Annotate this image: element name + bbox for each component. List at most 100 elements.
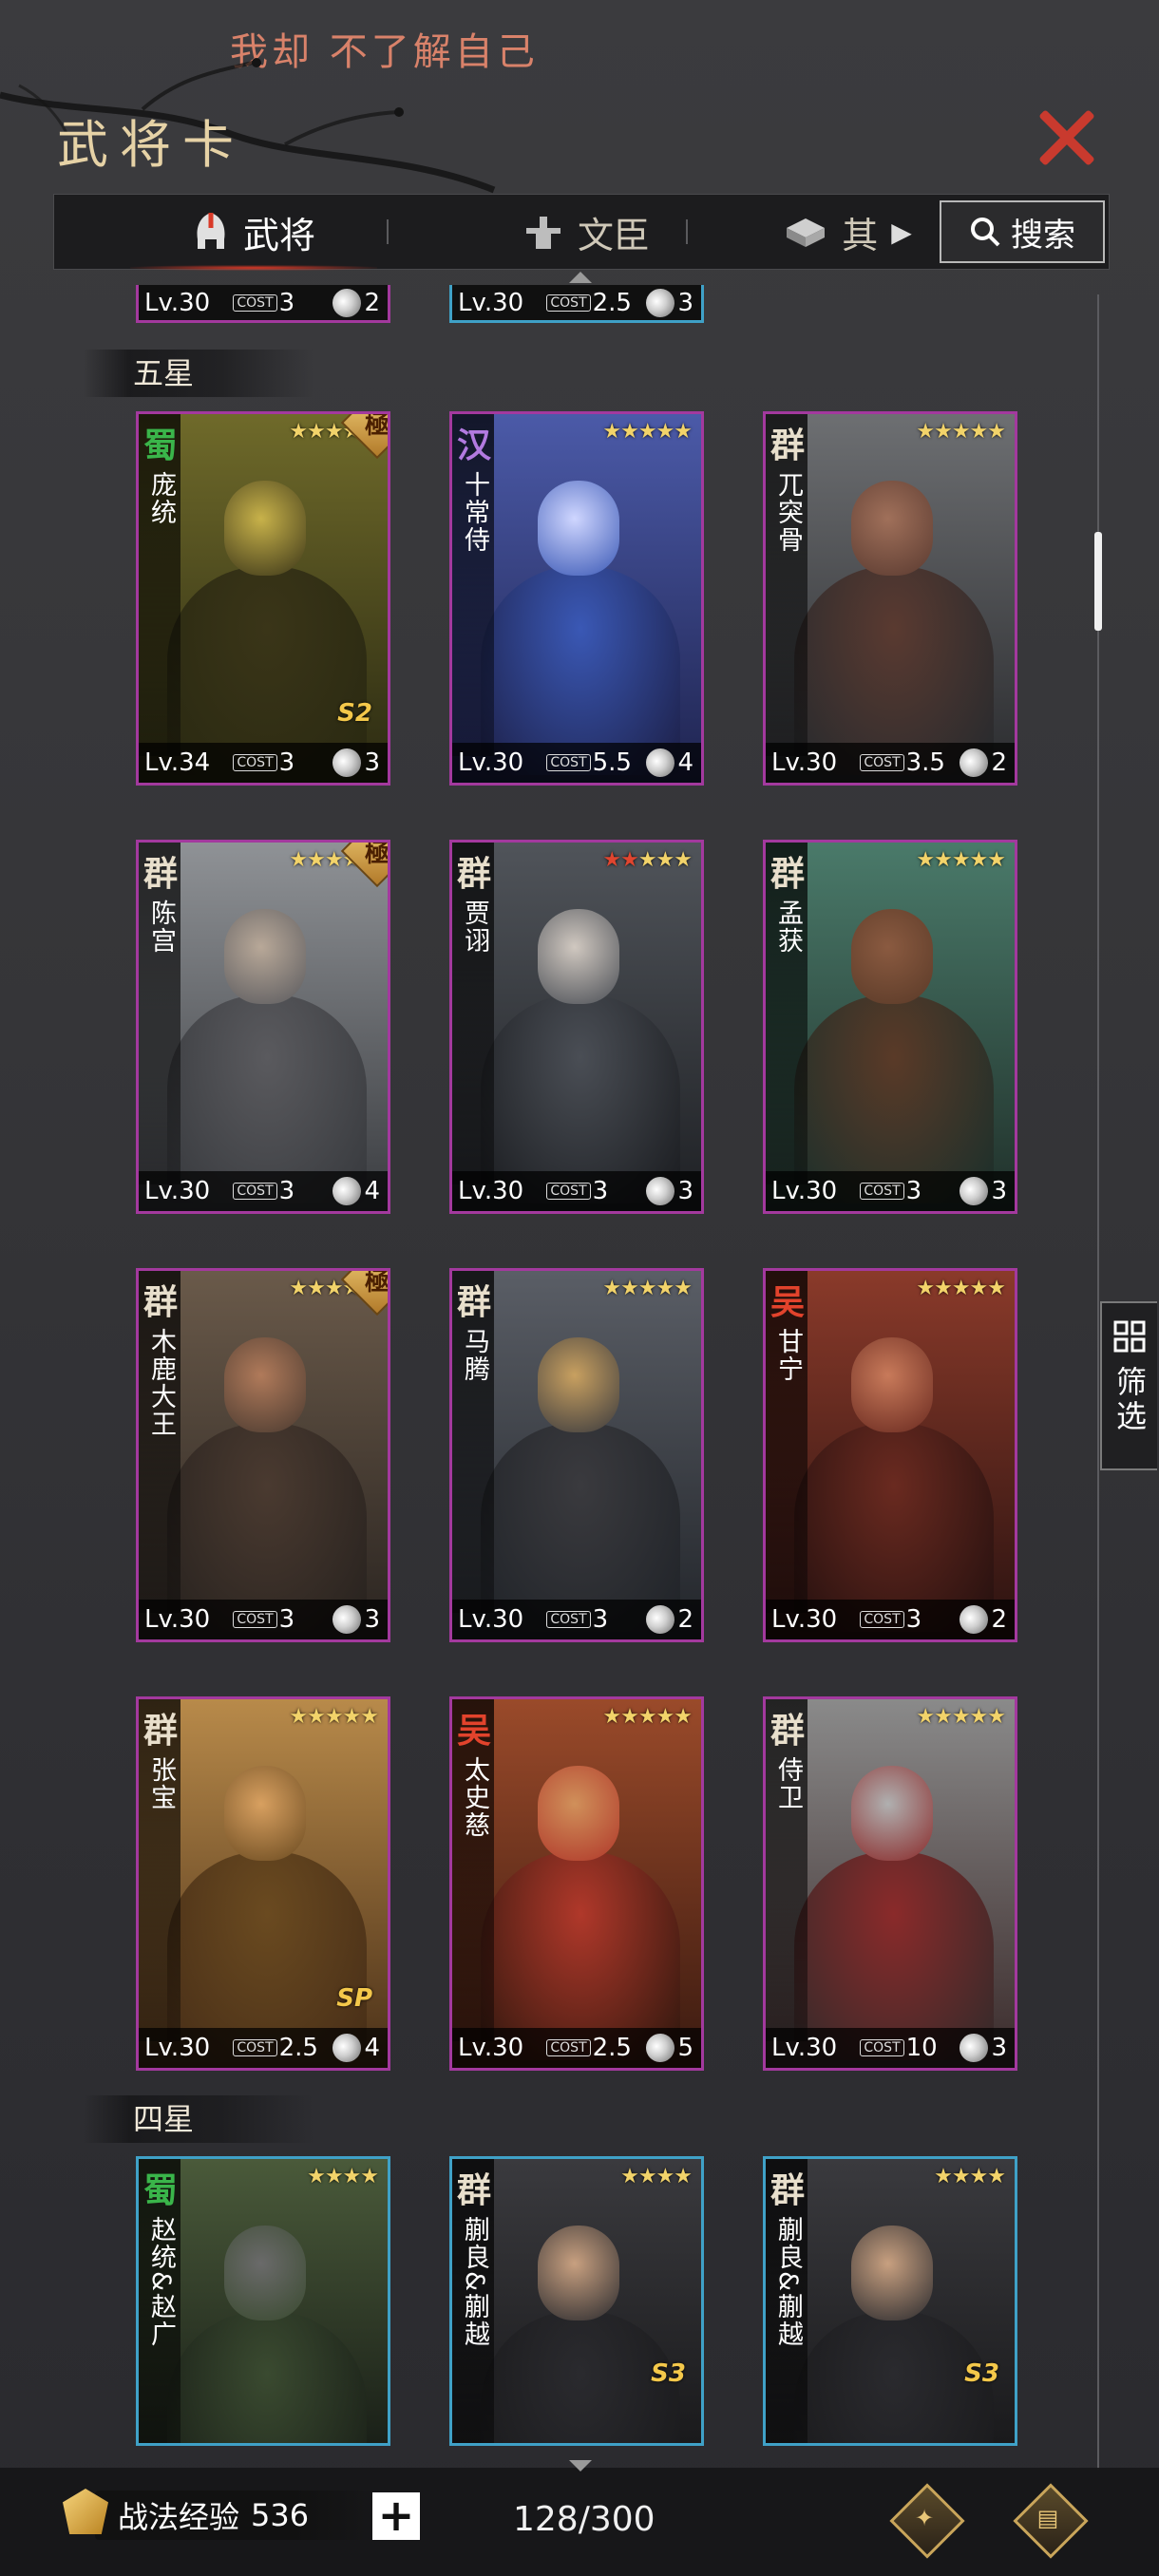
- cost-icon: COST: [233, 294, 277, 312]
- general-level: Lv.30: [771, 2034, 838, 2062]
- general-card[interactable]: 群 木鹿大王 ★★★★★ 極 Lv.30 COST 3 3: [136, 1268, 390, 1642]
- search-label: 搜索: [1011, 216, 1075, 255]
- general-card[interactable]: 汉 十常侍 ★★★★★ Lv.30 COST 5.5 4: [449, 411, 704, 786]
- general-name: 陈宫: [146, 900, 176, 955]
- cost-value: 3: [278, 748, 295, 777]
- scrollbar-thumb[interactable]: [1094, 532, 1102, 631]
- faction-badge: 吴: [456, 1712, 491, 1751]
- troop-type: 3: [329, 744, 380, 782]
- general-name: 兀突骨: [773, 471, 803, 554]
- general-name: 孟获: [773, 900, 803, 955]
- faction-badge: 群: [770, 2171, 805, 2210]
- general-card[interactable]: 群 张宝 ★★★★★ SP Lv.30 COST 2.5 4: [136, 1696, 390, 2071]
- cost-icon: COST: [546, 1183, 591, 1200]
- tab-ministers[interactable]: 文臣: [463, 195, 710, 269]
- card-stats-bar: Lv.30 COST 3 3: [766, 1171, 1015, 1211]
- troop-type-value: 2: [991, 1605, 1007, 1634]
- general-card[interactable]: 蜀 赵统&赵广 ★★★★: [136, 2156, 390, 2446]
- troop-type-value: 3: [677, 1177, 694, 1205]
- tab-label: 文臣: [577, 214, 650, 256]
- general-card[interactable]: 吴 甘宁 ★★★★★ Lv.30 COST 3 2: [763, 1268, 1017, 1642]
- cost-display: COST 3: [233, 289, 332, 317]
- troop-type-value: 5: [677, 2034, 694, 2062]
- season-badge: SP: [336, 1984, 372, 2013]
- star-rating: ★★★★★: [602, 1705, 693, 1729]
- troop-type-value: 2: [677, 1605, 694, 1634]
- general-card[interactable]: 群 蒯良&蒯越 ★★★★ S3: [449, 2156, 704, 2446]
- star-rating: ★★★★★: [602, 420, 693, 444]
- cost-display: COST 3: [546, 1177, 646, 1205]
- general-name: 张宝: [146, 1756, 176, 1811]
- tab-bar: 武将 文臣 其 ▶ 搜索: [53, 194, 1110, 271]
- portrait-face: [851, 909, 933, 1004]
- general-card[interactable]: 群 蒯良&蒯越 ★★★★ S3: [763, 2156, 1017, 2446]
- scroll-down-caret-icon: [569, 2460, 592, 2472]
- cost-value: 3: [278, 288, 295, 317]
- close-button[interactable]: [1034, 104, 1100, 171]
- tab-other[interactable]: 其 ▶: [757, 195, 938, 269]
- portrait-face: [538, 481, 619, 576]
- portrait-face: [851, 481, 933, 576]
- general-card[interactable]: 群 侍卫 ★★★★★ Lv.30 COST 10 3: [763, 1696, 1017, 2071]
- cost-display: COST 3: [233, 1177, 332, 1205]
- cost-display: COST 3.5: [860, 748, 960, 777]
- gate-icon: ▤: [1036, 2505, 1059, 2531]
- faction-badge: 汉: [456, 426, 491, 465]
- portrait-face: [538, 2226, 619, 2320]
- general-card[interactable]: 群 陈宫 ★★★★★ 極 Lv.30 COST 3 4: [136, 840, 390, 1214]
- cost-value: 5.5: [592, 748, 632, 777]
- cost-value: 3: [278, 1605, 295, 1634]
- season-badge: S2: [337, 699, 372, 728]
- troop-type: 5: [642, 2029, 694, 2067]
- troop-type-icon: [329, 1601, 366, 1638]
- filter-button[interactable]: 筛选: [1100, 1301, 1157, 1470]
- cost-display: COST 2.5: [546, 2034, 646, 2062]
- faction-badge: 群: [142, 1712, 178, 1751]
- general-name: 蒯良&蒯越: [460, 2216, 489, 2349]
- cost-display: COST 3: [546, 1605, 646, 1634]
- tab-divider: [686, 219, 688, 244]
- gate-button[interactable]: ▤: [1013, 2483, 1089, 2559]
- troop-type-value: 4: [677, 748, 694, 777]
- general-card-partial[interactable]: Lv.30 COST 3 2: [136, 285, 390, 323]
- cost-icon: COST: [546, 294, 591, 312]
- general-name: 蒯良&蒯越: [773, 2216, 803, 2349]
- general-card-partial[interactable]: Lv.30 COST 2.5 3: [449, 285, 704, 323]
- card-collection-button[interactable]: ✦: [889, 2483, 965, 2559]
- portrait-face: [224, 1766, 306, 1861]
- tab-generals[interactable]: 武将: [111, 195, 396, 271]
- cost-icon: COST: [546, 1611, 591, 1628]
- card-stats-bar: Lv.30 COST 2.5 5: [452, 2028, 701, 2068]
- star-rating: ★★★★★: [602, 1277, 693, 1300]
- cost-display: COST 5.5: [546, 748, 646, 777]
- general-name: 太史慈: [460, 1756, 489, 1839]
- star-rating: ★★★★★: [916, 420, 1006, 444]
- general-card[interactable]: 群 马腾 ★★★★★ Lv.30 COST 3 2: [449, 1268, 704, 1642]
- tab-label: 其: [842, 214, 879, 256]
- cost-value: 3: [278, 1177, 295, 1205]
- troop-type-icon: [642, 2029, 679, 2067]
- general-card[interactable]: 吴 太史慈 ★★★★★ Lv.30 COST 2.5 5: [449, 1696, 704, 2071]
- cost-icon: COST: [233, 2039, 277, 2056]
- general-card[interactable]: 群 兀突骨 ★★★★★ Lv.30 COST 3.5 2: [763, 411, 1017, 786]
- cost-value: 10: [905, 2034, 938, 2062]
- general-card[interactable]: 蜀 庞统 ★★★★★ 極 S2 Lv.34 COST 3 3: [136, 411, 390, 786]
- faction-badge: 群: [770, 1712, 805, 1751]
- portrait-face: [851, 1337, 933, 1432]
- general-name: 十常侍: [460, 471, 489, 554]
- helmet-icon: [197, 213, 225, 249]
- card-stats-bar: Lv.30 COST 3.5 2: [766, 743, 1015, 783]
- add-exp-button[interactable]: +: [372, 2492, 420, 2540]
- chevron-right-icon: ▶: [891, 216, 912, 248]
- search-button[interactable]: 搜索: [940, 200, 1105, 263]
- general-level: Lv.30: [144, 1177, 211, 1205]
- troop-type-value: 4: [364, 1177, 380, 1205]
- section-five-star: 五星: [84, 350, 314, 397]
- general-level: Lv.30: [771, 748, 838, 777]
- cost-display: COST 3: [233, 1605, 332, 1634]
- general-card[interactable]: 群 贾诩 ★★★★★ Lv.30 COST 3 3: [449, 840, 704, 1214]
- general-card[interactable]: 群 孟获 ★★★★★ Lv.30 COST 3 3: [763, 840, 1017, 1214]
- troop-type: 3: [329, 1601, 380, 1638]
- general-name: 马腾: [460, 1328, 489, 1383]
- cost-display: COST 10: [860, 2034, 960, 2062]
